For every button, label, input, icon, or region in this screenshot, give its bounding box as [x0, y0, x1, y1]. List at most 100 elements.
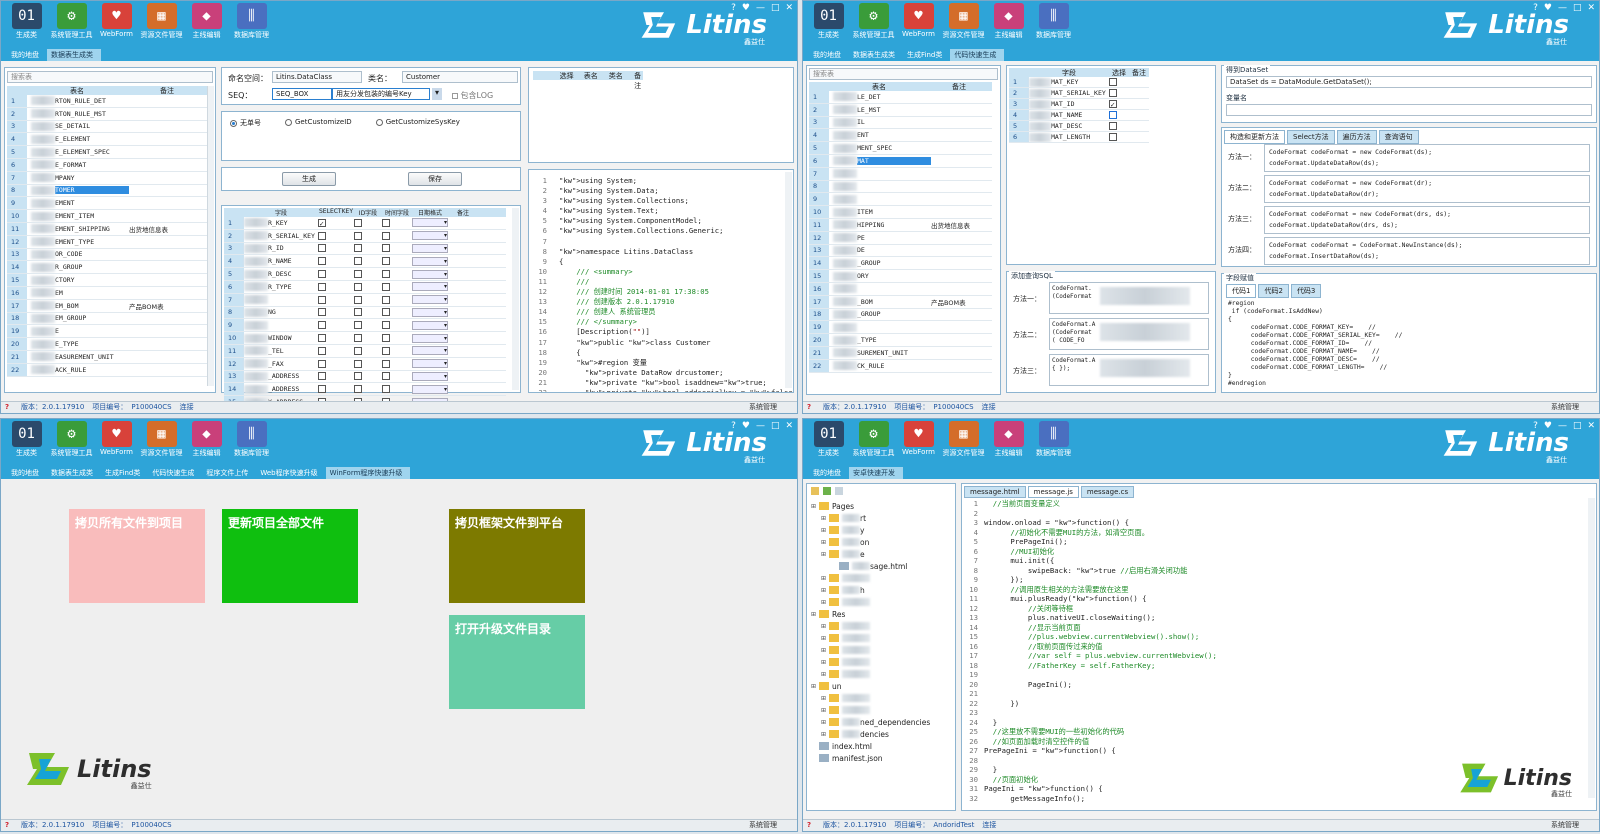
tree-node[interactable]: sage.html — [811, 560, 930, 572]
date-format-select[interactable]: ▾ — [412, 346, 448, 356]
tree-node[interactable]: ⊞ h — [811, 584, 930, 596]
search-input[interactable]: 搜索表 — [809, 68, 998, 80]
checkbox-cell[interactable]: ✓ — [318, 218, 354, 228]
checkbox-cell[interactable] — [382, 308, 412, 317]
checkbox-cell[interactable] — [382, 334, 412, 343]
expand-icon[interactable]: ⊞ — [821, 575, 829, 582]
checkbox-cell[interactable] — [318, 282, 354, 291]
checkbox[interactable] — [354, 308, 362, 317]
checkbox-cell[interactable] — [354, 385, 382, 394]
expand-icon[interactable]: ⊞ — [821, 635, 829, 642]
checkbox[interactable] — [318, 359, 326, 368]
expand-icon[interactable]: ⊞ — [811, 503, 819, 510]
scrollbar[interactable] — [512, 208, 519, 390]
table-row[interactable]: 11 EMENT_SHIPPING 出货地信息表 — [7, 222, 207, 236]
code-tab[interactable]: 代码1 — [1226, 284, 1257, 298]
checkbox-cell[interactable] — [354, 372, 382, 381]
checkbox[interactable] — [354, 346, 362, 355]
checkbox[interactable] — [318, 334, 326, 343]
field-row[interactable]: 13 _ADDRESS ▾ — [224, 370, 506, 384]
tree-node[interactable]: ⊞ — [811, 692, 930, 704]
close-icon[interactable]: ✕ — [1587, 421, 1595, 431]
checkbox-cell[interactable] — [318, 334, 354, 343]
field-row[interactable]: 6 R_TYPE ▾ — [224, 280, 506, 294]
table-row[interactable]: 17 _BOM 产品BOM表 — [809, 295, 992, 309]
tab-item[interactable]: 生成Find类 — [101, 467, 148, 479]
table-row[interactable]: 15 CTORY — [7, 274, 207, 287]
tree-node[interactable]: ⊞ — [811, 704, 930, 716]
tab-item[interactable]: Web程序快速升级 — [256, 467, 325, 479]
table-row[interactable]: 22 ACK_RULE — [7, 363, 207, 377]
table-row[interactable]: 21 EASUREMENT_UNIT — [7, 350, 207, 364]
dataset-field[interactable]: DataSet ds = DataModule.GetDataSet(); — [1226, 76, 1592, 88]
table-row[interactable]: 7 — [809, 167, 992, 181]
tree-node[interactable]: ⊞ — [811, 596, 930, 608]
checkbox[interactable] — [1109, 133, 1117, 141]
table-row[interactable]: 3 IL — [809, 116, 992, 130]
method-code-box[interactable]: CodeFormat.A (CodeFormat ( CODE_FO — [1049, 318, 1209, 350]
table-row[interactable]: 19 E — [7, 325, 207, 339]
tab-item[interactable]: 我的地盘 — [809, 49, 849, 61]
toolbar-button-5[interactable]: ⫼ 数据库管理 — [1031, 421, 1076, 458]
refresh-icon[interactable] — [823, 487, 831, 495]
expand-icon[interactable]: ⊞ — [821, 707, 829, 714]
method-code-box[interactable]: CodeFormat codeFormat = new CodeFormat(d… — [1264, 175, 1590, 203]
expand-icon[interactable]: ⊞ — [821, 551, 829, 558]
date-format-select[interactable]: ▾ — [412, 359, 448, 369]
checkbox[interactable] — [382, 231, 390, 240]
radio-icon[interactable] — [375, 118, 383, 126]
table-row[interactable]: 4 ENT — [809, 129, 992, 143]
tree-node[interactable]: ⊞ — [811, 572, 930, 584]
field-row[interactable]: 5 R_DESC ▾ — [224, 268, 506, 281]
date-format-select[interactable]: ▾ — [412, 282, 448, 292]
code-tab[interactable]: 代码3 — [1290, 284, 1322, 298]
search-input[interactable]: 搜索表 — [7, 71, 213, 83]
date-format-select[interactable]: ▾ — [412, 320, 448, 330]
checkbox[interactable] — [382, 372, 390, 381]
open-upgrade-folder-tile[interactable]: 打开升级文件目录 — [449, 615, 585, 709]
checkbox[interactable] — [382, 295, 390, 304]
table-row[interactable]: 13 DE — [809, 244, 992, 258]
tree-node[interactable]: manifest.json — [811, 752, 930, 764]
checkbox[interactable] — [354, 359, 362, 368]
checkbox[interactable] — [382, 270, 390, 279]
table-row[interactable]: 14 _GROUP — [809, 257, 992, 271]
namespace-field[interactable]: Litins.DataClass — [272, 71, 362, 83]
table-row[interactable]: 7 MPANY — [7, 171, 207, 185]
checkbox-cell[interactable] — [354, 231, 382, 240]
update-project-files-tile[interactable]: 更新项目全部文件 — [222, 509, 358, 603]
toolbar-button-2[interactable]: ♥ WebForm — [94, 421, 139, 458]
table-row[interactable]: 6 E_FORMAT — [7, 158, 207, 172]
radio-option[interactable]: GetCustomizeSysKey — [375, 118, 460, 128]
checkbox-cell[interactable] — [382, 359, 412, 368]
toolbar-button-0[interactable]: 01 生成类 — [4, 421, 49, 458]
field-row[interactable]: 9 ▾ — [224, 319, 506, 333]
checkbox[interactable] — [318, 282, 326, 291]
checkbox[interactable] — [318, 321, 326, 330]
expand-icon[interactable]: ⊞ — [821, 527, 829, 534]
checkbox-cell[interactable] — [318, 372, 354, 381]
tree-node[interactable]: ⊞ rt — [811, 512, 930, 524]
expand-icon[interactable]: ⊞ — [821, 719, 829, 726]
expand-icon[interactable]: ⊞ — [811, 683, 819, 690]
checkbox[interactable] — [318, 308, 326, 317]
expand-icon[interactable]: ⊞ — [821, 647, 829, 654]
checkbox[interactable] — [354, 244, 362, 253]
tab-item[interactable]: WinForm程序快速升级 — [325, 467, 411, 479]
table-row[interactable]: 14 R_GROUP — [7, 261, 207, 275]
table-row[interactable]: 9 EMENT — [7, 197, 207, 211]
maximize-icon[interactable]: □ — [771, 3, 780, 13]
tab-item[interactable]: 数据表生成类 — [849, 49, 903, 61]
checkbox-cell[interactable] — [354, 270, 382, 279]
expand-icon[interactable]: ⊞ — [821, 599, 829, 606]
table-row[interactable]: 5 E_ELEMENT_SPEC — [7, 146, 207, 159]
scrollbar[interactable] — [785, 172, 792, 388]
checkbox[interactable] — [354, 282, 362, 291]
checkbox-cell[interactable] — [318, 308, 354, 317]
field-row[interactable]: 8 NG ▾ — [224, 306, 506, 320]
radio-option[interactable]: 无单号 — [230, 118, 261, 128]
checkbox-cell[interactable] — [318, 359, 354, 368]
table-row[interactable]: 5 MENT_SPEC — [809, 142, 992, 155]
date-format-select[interactable]: ▾ — [412, 371, 448, 381]
date-format-select[interactable]: ▾ — [412, 218, 448, 228]
